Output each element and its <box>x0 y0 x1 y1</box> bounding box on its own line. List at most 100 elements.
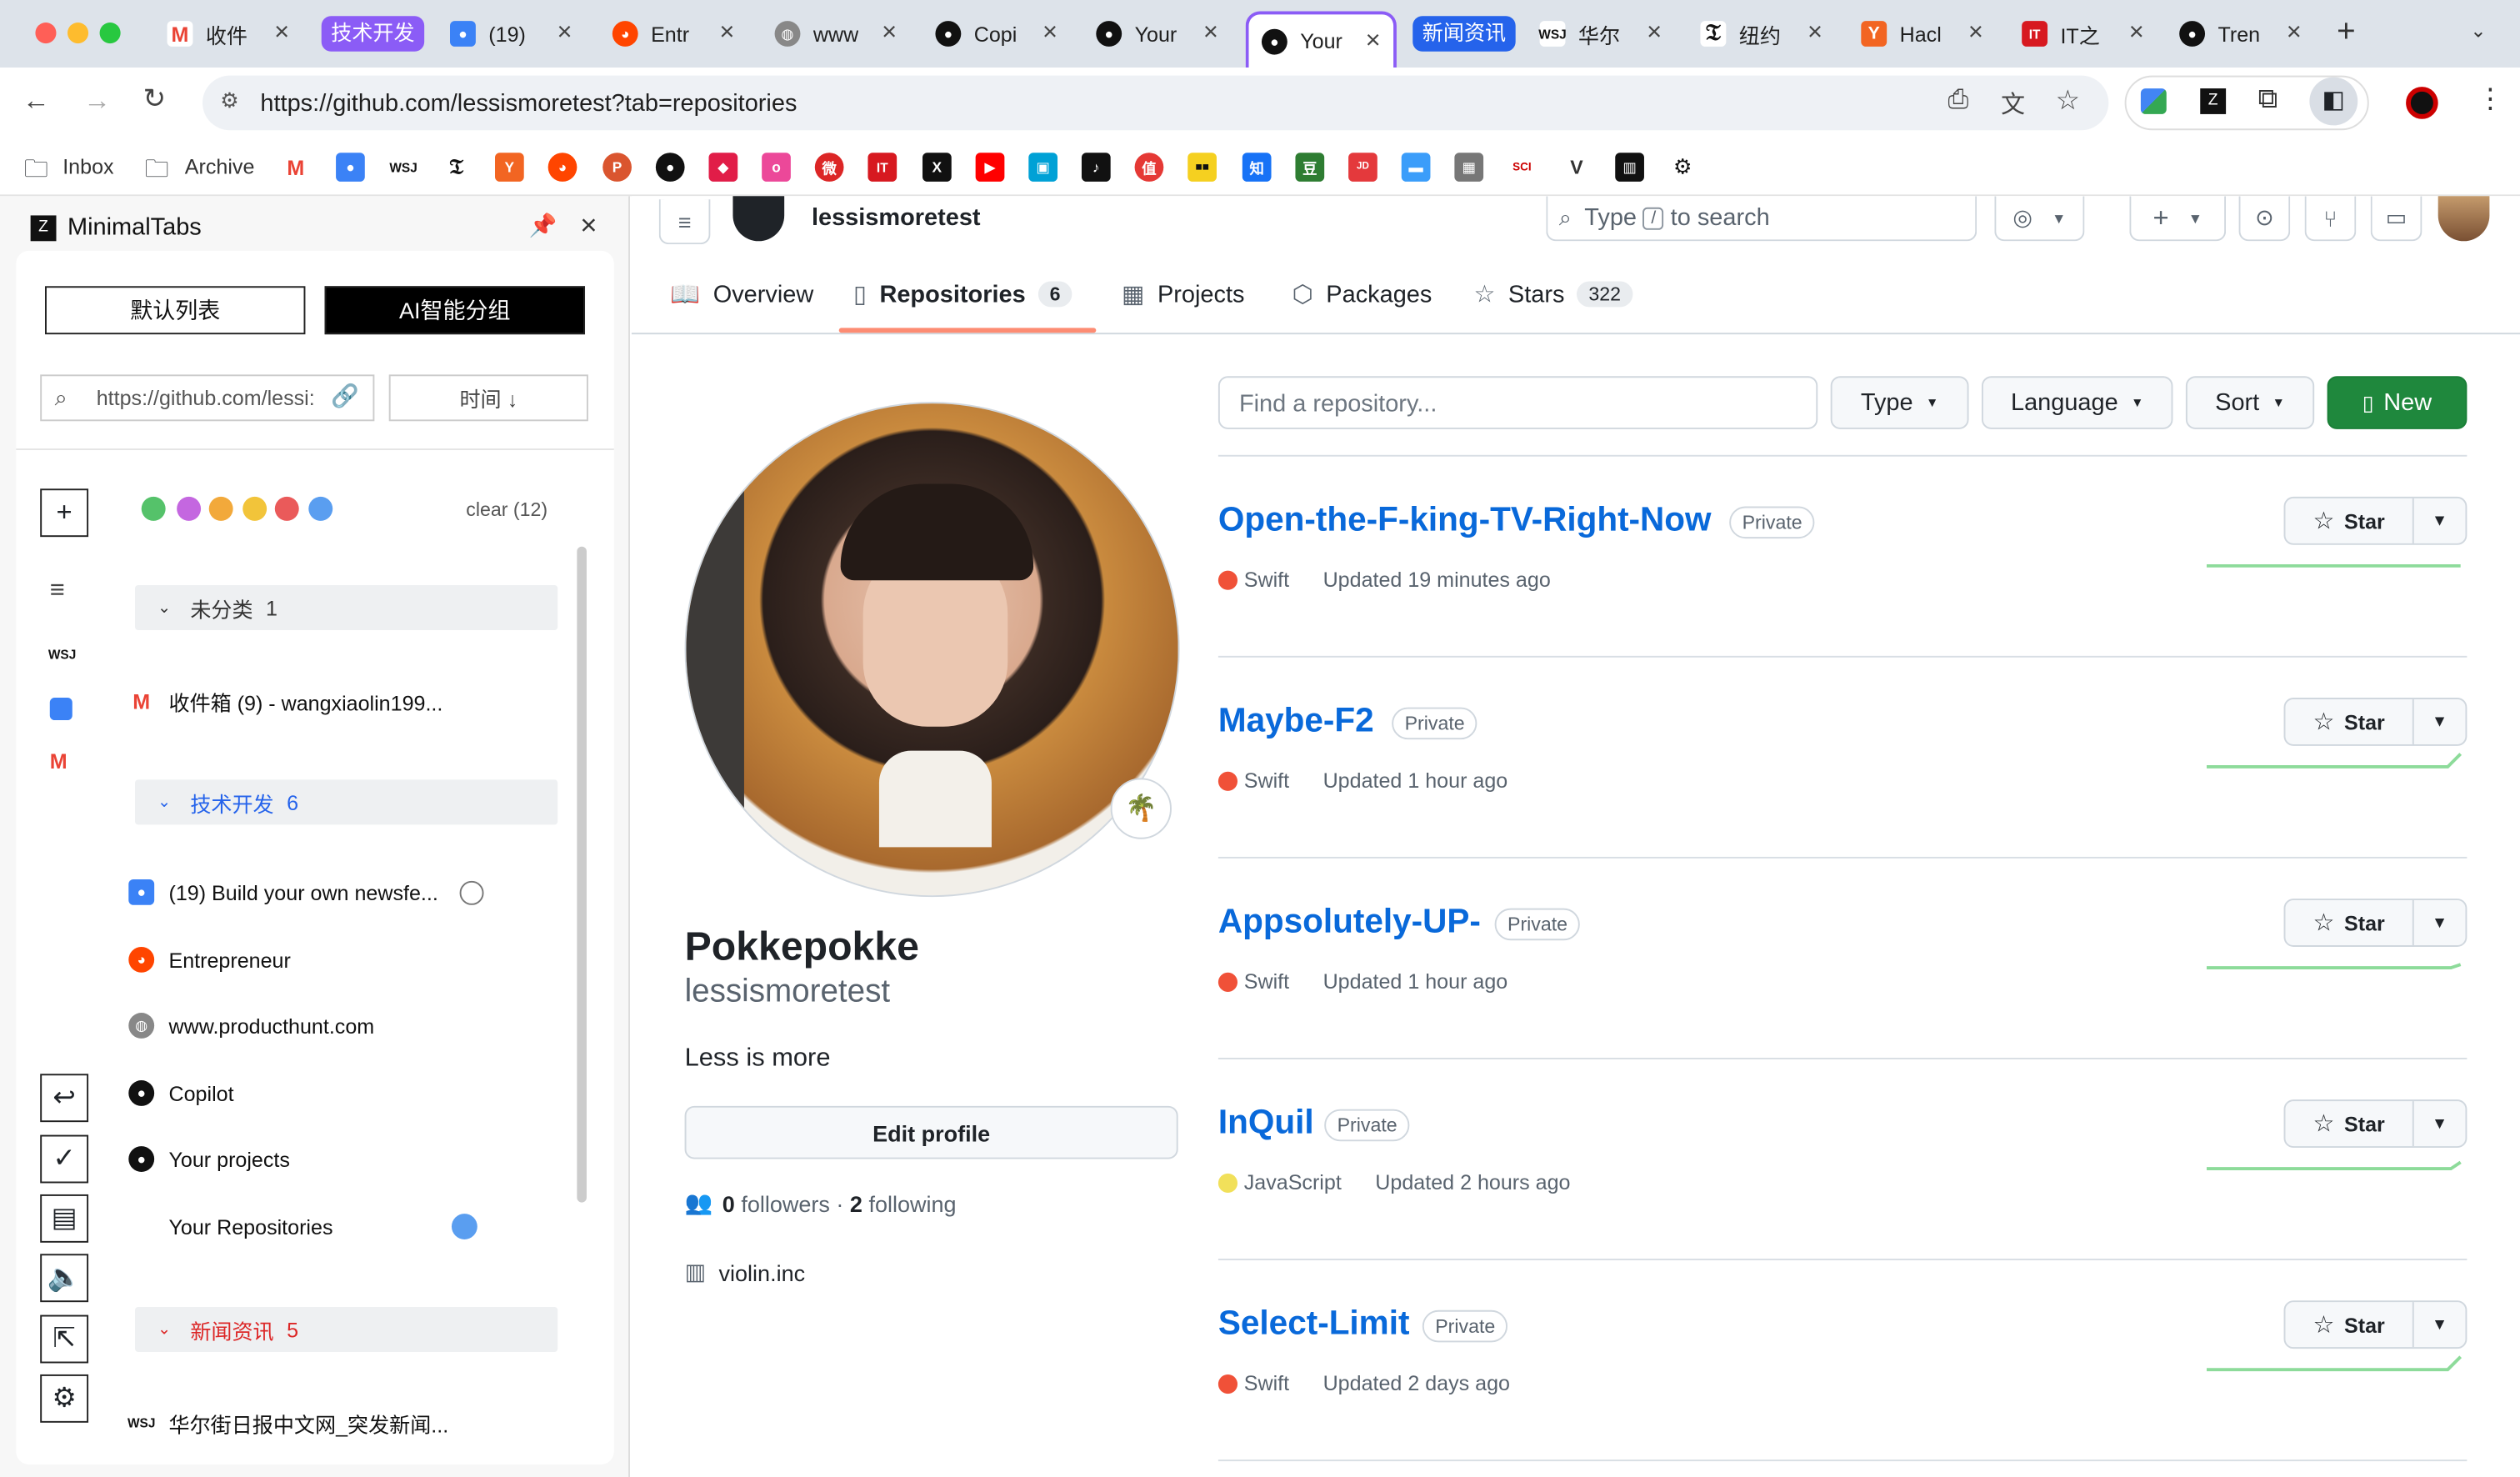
language-filter-button[interactable]: Language ▼ <box>1981 376 2173 429</box>
tab-group-label[interactable]: 新闻资讯 <box>1412 16 1516 52</box>
x-icon[interactable]: X <box>922 153 952 182</box>
color-filter-purple[interactable] <box>177 496 202 521</box>
tab-overview[interactable]: 📖 Overview <box>670 280 813 309</box>
tab-item[interactable]: Your Repositories <box>128 1214 478 1239</box>
browser-tab[interactable]: ◕ Entr × <box>612 12 734 57</box>
username-link[interactable]: lessismoretest <box>812 204 981 232</box>
issues-icon[interactable]: ⊙ <box>2238 196 2291 242</box>
search-input[interactable]: ⌕ https://github.com/lessi: 🔗 <box>40 374 375 422</box>
tab-close-icon[interactable]: × <box>1366 27 1381 56</box>
search-input[interactable]: ⌕ Type / to search <box>1546 196 1978 242</box>
ithome-icon[interactable]: IT <box>868 153 898 182</box>
tab-projects[interactable]: ▦ Projects <box>1122 280 1244 309</box>
gmail-icon[interactable]: M <box>50 749 68 774</box>
tab-item[interactable]: ● (19) Build your own newsfe... <box>128 879 483 905</box>
jd-icon[interactable]: JD <box>1348 153 1378 182</box>
star-list-dropdown[interactable]: ▼ <box>2414 900 2466 945</box>
window-zoom-button[interactable] <box>99 23 121 44</box>
bookmark-app-icon[interactable]: ▦ <box>1454 153 1484 182</box>
github-icon[interactable]: ● <box>655 153 685 182</box>
scrollbar[interactable] <box>577 546 587 1203</box>
browser-tab[interactable]: M 收件 × <box>167 12 289 57</box>
browser-tab[interactable]: ● Tren × <box>2179 12 2302 57</box>
star-button[interactable]: ☆ Star <box>2285 1101 2414 1147</box>
bookmark-app-icon[interactable]: ▥ <box>1615 153 1644 182</box>
browser-tab[interactable]: ● Your × <box>1096 12 1218 57</box>
color-filter-green[interactable] <box>141 496 166 521</box>
side-panel-icon[interactable]: ◧ <box>2309 77 2358 126</box>
followers-link[interactable]: followers <box>741 1190 830 1216</box>
tab-item[interactable]: M 收件箱 (9) - wangxiaolin199... <box>128 687 442 718</box>
feed-icon[interactable] <box>49 698 72 721</box>
tab-close-icon[interactable]: × <box>2129 19 2144 48</box>
copilot-menu[interactable]: ◎ ▼ <box>1994 196 2085 242</box>
tab-close-icon[interactable]: × <box>719 19 734 48</box>
bilibili-icon[interactable]: ▣ <box>1028 153 1058 182</box>
zhihu-icon[interactable]: 知 <box>1242 153 1272 182</box>
tab-close-icon[interactable]: × <box>1042 19 1058 48</box>
bookmark-star-icon[interactable]: ☆ <box>2056 85 2080 118</box>
add-icon[interactable]: + <box>40 488 89 538</box>
check-icon[interactable]: ✓ <box>40 1134 89 1184</box>
address-bar[interactable]: ⚙ https://github.com/lessismoretest?tab=… <box>202 75 2109 131</box>
producthunt-icon[interactable]: P <box>602 153 632 182</box>
new-tab-icon[interactable]: + <box>2337 14 2356 51</box>
browser-tab[interactable]: IT IT之 × <box>2022 12 2144 57</box>
speaker-icon[interactable]: 🔈 <box>40 1254 89 1303</box>
create-new-menu[interactable]: + ▼ <box>2129 196 2227 242</box>
settings-icon[interactable]: ⚙ <box>40 1374 89 1423</box>
bookmark-app-icon[interactable]: ▬ <box>1401 153 1431 182</box>
tab-repositories[interactable]: ▯ Repositories 6 <box>853 280 1072 308</box>
edit-profile-button[interactable]: Edit profile <box>684 1105 1178 1159</box>
clear-button[interactable]: clear (12) <box>466 498 548 521</box>
menu-icon[interactable]: ≡ <box>658 199 711 245</box>
default-list-button[interactable]: 默认列表 <box>45 286 306 335</box>
browser-tab[interactable]: ● Copi × <box>935 12 1058 57</box>
site-info-icon[interactable]: ⚙ <box>220 88 238 114</box>
sort-time-button[interactable]: 时间 ↓ <box>388 374 588 422</box>
color-filter-yellow[interactable] <box>242 496 268 521</box>
tab-packages[interactable]: ⬡ Packages <box>1292 280 1432 309</box>
profile-avatar[interactable] <box>684 402 1180 898</box>
group-header-uncategorized[interactable]: ⌄ 未分类 1 <box>135 585 558 631</box>
tab-item[interactable]: ◍ www.producthunt.com <box>128 1013 374 1039</box>
window-minimize-button[interactable] <box>68 23 89 44</box>
tab-stars[interactable]: ☆ Stars 322 <box>1474 280 1632 308</box>
following-link[interactable]: following <box>868 1190 956 1216</box>
bookmark-inbox[interactable]: Inbox <box>62 154 113 178</box>
tab-search-chevron-icon[interactable]: ⌄ <box>2470 19 2486 42</box>
pull-requests-icon[interactable]: ⑂ <box>2304 196 2357 242</box>
hackernews-icon[interactable]: Y <box>495 153 524 182</box>
bookmark-archive[interactable]: Archive <box>185 154 255 178</box>
tab-item[interactable]: ◕ Entrepreneur <box>128 946 291 973</box>
nyt-icon[interactable]: 𝔗 <box>442 153 472 182</box>
star-button[interactable]: ☆ Star <box>2285 698 2414 744</box>
bookmark-app-icon[interactable]: ■■ <box>1188 153 1217 182</box>
pin-icon[interactable]: 📌 <box>529 213 558 240</box>
browser-tab[interactable]: ◍ www × <box>774 12 897 57</box>
browser-tab[interactable]: 𝔗 纽约 × <box>1700 12 1822 57</box>
tab-close-icon[interactable]: × <box>274 19 289 48</box>
reload-icon[interactable]: ↻ <box>143 83 166 116</box>
bookmark-app-icon[interactable]: o <box>762 153 791 182</box>
back-arrow-icon[interactable]: ↩ <box>40 1074 89 1123</box>
scihub-icon[interactable]: SCI <box>1508 153 1537 182</box>
tab-close-icon[interactable]: × <box>558 19 572 48</box>
tab-item[interactable]: WSJ 华尔街日报中文网_突发新闻... <box>128 1408 448 1439</box>
menu-kebab-icon[interactable]: ⋮ <box>2477 83 2504 116</box>
puzzle-icon[interactable]: ⧉ <box>2258 83 2278 116</box>
star-list-dropdown[interactable]: ▼ <box>2414 1101 2466 1146</box>
reddit-icon[interactable]: ◕ <box>548 153 578 182</box>
star-list-dropdown[interactable]: ▼ <box>2414 699 2466 744</box>
tab-item[interactable]: ● Copilot <box>128 1080 234 1106</box>
bookmark-app-icon[interactable]: ⚙ <box>1668 153 1698 182</box>
gmail-icon[interactable]: M <box>281 153 311 182</box>
repository-name-link[interactable]: Open-the-F-king-TV-Right-Now <box>1218 502 1712 540</box>
github-logo-icon[interactable] <box>732 196 785 242</box>
browser-tab[interactable]: ● (19) × <box>450 12 572 57</box>
share-icon[interactable]: ⇱ <box>40 1314 89 1364</box>
bookmark-app-icon[interactable]: V <box>1562 153 1592 182</box>
tab-group-label[interactable]: 技术开发 <box>321 16 425 52</box>
tab-close-icon[interactable]: × <box>1968 19 1983 48</box>
minimaltabs-extension-icon[interactable]: Z <box>2200 88 2227 114</box>
